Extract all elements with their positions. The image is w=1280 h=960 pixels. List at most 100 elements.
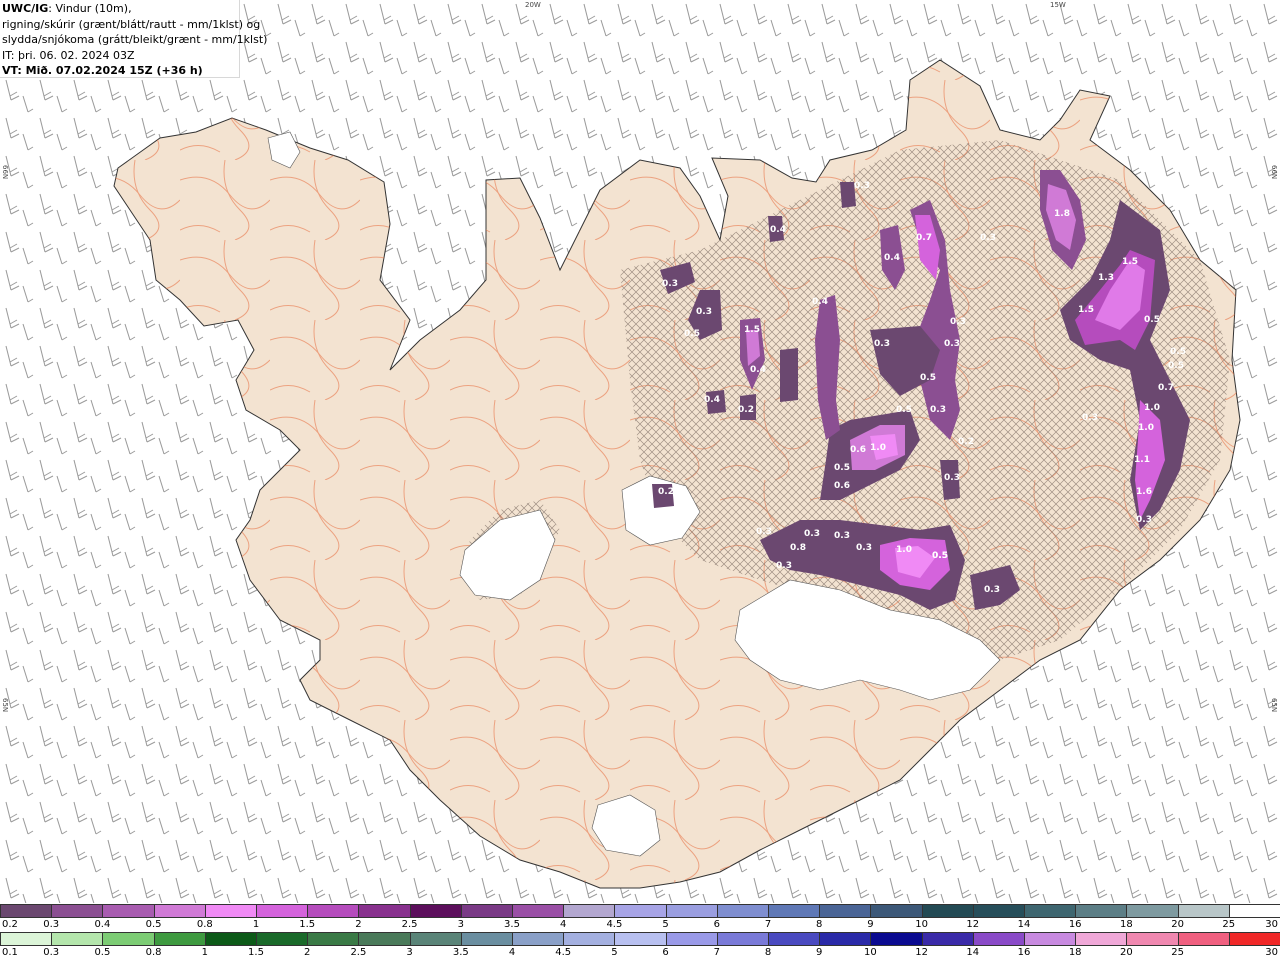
snow-legend: 0.2 0.3 0.4 0.5 0.8 1 1.5 2 2.5 3 3.5 4 4.5 5 6 7 8 9 10 12… <box>0 904 1280 932</box>
legend-color-swatch <box>972 933 1025 945</box>
legend-tick-label: 8 <box>764 947 772 958</box>
precip-value-label: 1.5 <box>1078 305 1094 315</box>
legend-tick-label: 9 <box>816 947 823 958</box>
legend-color-swatch <box>51 933 103 945</box>
legend-tick-label: 30 <box>1265 919 1278 930</box>
header-title-line: UWC/IG: Vindur (10m), <box>2 1 237 17</box>
legend-tick-label: 0.8 <box>196 919 213 930</box>
legend-color-swatch <box>358 905 410 917</box>
precip-value-label: 0.3 <box>804 529 820 539</box>
legend-tick-label: 5 <box>662 919 669 930</box>
legend-tick-label: 16 <box>1017 947 1031 958</box>
legend-tick-label: 0.5 <box>94 947 111 958</box>
precip-value-label: 0.5 <box>1144 315 1160 325</box>
legend-tick-label: 25 <box>1222 919 1236 930</box>
header-init-time: IT: þri. 06. 02. 2024 03Z <box>2 48 135 62</box>
precip-value-label: 0.7 <box>916 233 932 243</box>
legend-tick-label: 16 <box>1068 919 1082 930</box>
legend-tick-label: 12 <box>915 947 928 958</box>
legend-color-swatch <box>819 905 871 917</box>
legend-tick-label: 0.8 <box>145 947 162 958</box>
legend-color-swatch <box>0 905 52 917</box>
graticule-15w: 15W <box>1050 1 1066 9</box>
precip-value-label: 0.3 <box>980 233 996 243</box>
legend-color-swatch <box>512 933 564 945</box>
legend-color-swatch <box>358 933 410 945</box>
precip-value-label: 0.3 <box>944 339 960 349</box>
legend-color-swatch <box>921 933 973 945</box>
weather-map: 0.3 0.3 0.5 0.3 1.5 0.4 0.4 0.2 0.3 0.4 0.4 0.7 0.3 1… <box>0 0 1280 903</box>
legend-color-swatch <box>1177 933 1229 945</box>
precip-value-label: 0.5 <box>1168 361 1184 371</box>
legend-color-swatch <box>51 905 103 917</box>
legend-tick-label: 10 <box>915 919 928 930</box>
legend-color-swatch <box>1075 933 1127 945</box>
precip-value-label: 0.3 <box>1136 515 1152 525</box>
legend-tick-label: 20 <box>1120 947 1133 958</box>
map-header: UWC/IG: Vindur (10m), rigning/skúrir (gr… <box>0 0 267 78</box>
precip-value-label: 0.3 <box>944 473 960 483</box>
legend-tick-label: 8 <box>816 919 823 930</box>
legend-tick-label: 0.4 <box>94 919 111 930</box>
legend-color-swatch <box>1228 933 1280 945</box>
precip-value-label: 0.3 <box>834 531 850 541</box>
legend-color-swatch <box>1126 905 1178 917</box>
legend-tick-label: 4 <box>508 947 516 958</box>
legend-color-swatch <box>1177 905 1229 917</box>
legend-color-swatch <box>307 905 359 917</box>
precip-value-label: 0.2 <box>658 487 674 497</box>
legend-tick-label: 0.1 <box>2 947 18 958</box>
precip-value-label: 0.5 <box>920 373 936 383</box>
precip-value-label: 0.6 <box>834 481 850 491</box>
legend-tick-label: 3 <box>457 919 464 930</box>
precip-value-label: 1.5 <box>744 325 760 335</box>
legend-color-swatch <box>204 905 257 917</box>
legend-tick-label: 20 <box>1171 919 1184 930</box>
legend-color-swatch <box>307 933 359 945</box>
legend-tick-label: 2.5 <box>401 919 418 930</box>
legend-tick-label: 6 <box>662 947 669 958</box>
legend-tick-label: 9 <box>867 919 874 930</box>
legend-color-swatch <box>563 905 615 917</box>
legend-color-swatch <box>1228 905 1280 917</box>
precip-value-label: 0.3 <box>1082 413 1098 423</box>
legend-color-swatch <box>409 933 461 945</box>
precip-value-label: 1.0 <box>870 443 886 453</box>
legend-color-swatch <box>819 933 871 945</box>
precip-value-label: 0.4 <box>750 365 766 375</box>
precip-value-label: 0.5 <box>834 463 850 473</box>
legend-tick-label: 3.5 <box>452 947 469 958</box>
legend-tick-label: 3 <box>406 947 413 958</box>
precip-value-label: 1.3 <box>1098 273 1114 283</box>
legend-tick-label: 3.5 <box>504 919 520 930</box>
rain-legend-labels: 0.1 0.3 0.5 0.8 1 1.5 2 2.5 3 3.5 4 4.5 5 6 7 8 9 10 12 14 1… <box>0 946 1280 960</box>
precip-value-label: 0.3 <box>984 585 1000 595</box>
precip-value-label: 0.3 <box>756 527 772 537</box>
legend-color-swatch <box>409 905 461 917</box>
legend-tick-label: 4.5 <box>606 919 623 930</box>
graticule-65n-left: 65N <box>1 698 9 713</box>
legend-color-swatch <box>102 905 154 917</box>
legend-color-swatch <box>153 933 205 945</box>
legend-color-swatch <box>460 905 513 917</box>
legend-color-swatch <box>614 905 666 917</box>
precip-value-label: 1.0 <box>1138 423 1154 433</box>
legend-tick-label: 14 <box>1017 919 1031 930</box>
graticule-65n-right: 65N <box>1270 698 1278 713</box>
legend-tick-label: 4 <box>560 919 567 930</box>
legend-tick-label: 14 <box>966 947 980 958</box>
rain-legend-colorbar <box>0 932 1280 946</box>
legend-tick-label: 0.5 <box>145 919 162 930</box>
legend-color-swatch <box>563 933 615 945</box>
legend-tick-label: 1 <box>252 919 260 930</box>
precip-value-label: 0.3 <box>696 307 712 317</box>
precip-value-label: 0.5 <box>1170 347 1186 357</box>
precip-value-label: 0.8 <box>790 543 806 553</box>
legend-tick-label: 18 <box>1068 947 1082 958</box>
legend-color-swatch <box>716 905 769 917</box>
legend-color-swatch <box>1075 905 1127 917</box>
legend-color-swatch <box>665 933 717 945</box>
legend-tick-label: 0.2 <box>2 919 18 930</box>
legend-color-swatch <box>870 933 922 945</box>
precip-value-label: 0.3 <box>930 405 946 415</box>
